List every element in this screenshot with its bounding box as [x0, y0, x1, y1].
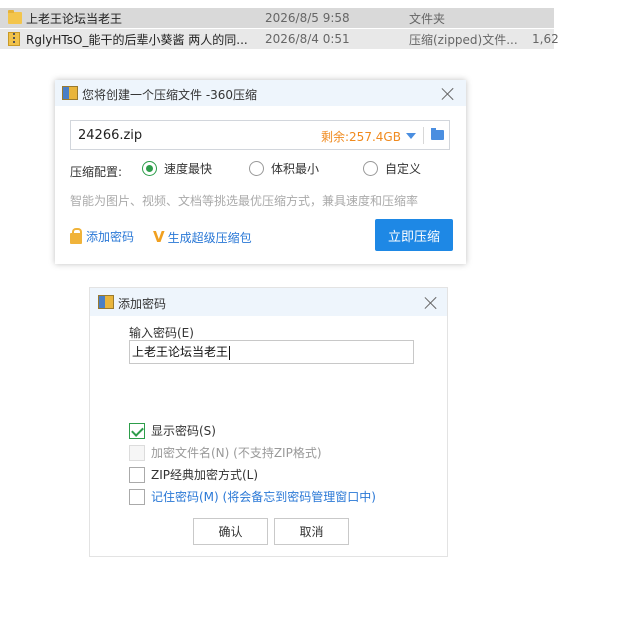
file-type: 压缩(zipped)文件...: [409, 32, 518, 47]
lock-icon: [70, 228, 82, 244]
browse-folder-icon[interactable]: [431, 128, 444, 140]
compress-dialog-title: 您将创建一个压缩文件 -360压缩: [82, 88, 258, 102]
remember-password-checkbox[interactable]: 记住密码(M) (将会备忘到密码管理窗口中): [129, 488, 376, 505]
archive-path-field[interactable]: 24266.zip 剩余:257.4GB: [70, 120, 450, 150]
show-password-checkbox[interactable]: 显示密码(S): [129, 422, 216, 439]
close-icon[interactable]: [441, 87, 455, 101]
radio-label: 体积最小: [271, 162, 320, 176]
checkbox-label: 记住密码(M) (将会备忘到密码管理窗口中): [151, 490, 376, 504]
text-caret: [229, 345, 231, 360]
radio-circle[interactable]: [142, 161, 157, 176]
add-password-link[interactable]: 添加密码: [70, 228, 134, 245]
zip-file-icon: [8, 32, 22, 46]
radio-fastest[interactable]: 速度最快: [142, 160, 212, 177]
file-type: 文件夹: [409, 11, 446, 26]
radio-custom[interactable]: 自定义: [363, 160, 421, 177]
file-row-folder[interactable]: 上老王论坛当老王 2026/8/5 9:58 文件夹: [0, 8, 554, 28]
compress-now-button[interactable]: 立即压缩: [375, 219, 453, 251]
radio-label: 自定义: [385, 162, 422, 176]
encrypt-filenames-checkbox: 加密文件名(N) (不支持ZIP格式): [129, 444, 322, 461]
file-date: 2026/8/4 0:51: [265, 32, 350, 46]
free-space-label: 剩余:257.4GB: [321, 130, 401, 144]
radio-circle[interactable]: [363, 161, 378, 176]
360zip-app-icon: [62, 86, 78, 100]
file-row-zip[interactable]: RglyHTsO_能干的后辈小葵酱 两人的同... 2026/8/4 0:51 …: [0, 29, 559, 49]
cancel-button[interactable]: 取消: [274, 518, 349, 545]
create-sfx-label: 生成超级压缩包: [167, 230, 252, 245]
radio-label: 速度最快: [164, 162, 213, 176]
password-dialog-title: 添加密码: [118, 297, 167, 311]
file-name: 上老王论坛当老王: [26, 11, 123, 26]
archive-filename[interactable]: 24266.zip: [78, 128, 142, 143]
checkbox-box[interactable]: [129, 488, 145, 505]
chevron-down-icon[interactable]: [406, 133, 416, 139]
zip-classic-encryption-checkbox[interactable]: ZIP经典加密方式(L): [129, 466, 258, 483]
password-dialog-titlebar[interactable]: 添加密码: [90, 288, 447, 316]
file-date: 2026/8/5 9:58: [265, 11, 350, 25]
compress-dialog-titlebar[interactable]: 您将创建一个压缩文件 -360压缩: [55, 80, 466, 106]
checkbox-label: ZIP经典加密方式(L): [151, 468, 259, 482]
password-input-label: 输入密码(E): [129, 326, 194, 340]
password-input[interactable]: 上老王论坛当老王: [129, 340, 414, 364]
add-password-label: 添加密码: [86, 230, 135, 244]
confirm-button[interactable]: 确认: [193, 518, 268, 545]
divider: [423, 127, 424, 144]
radio-circle[interactable]: [249, 161, 264, 176]
file-size: 1,62: [532, 32, 559, 46]
create-sfx-link[interactable]: V 生成超级压缩包: [153, 228, 252, 246]
compress-dialog: 您将创建一个压缩文件 -360压缩 24266.zip 剩余:257.4GB 压…: [55, 80, 466, 264]
checkbox-label: 加密文件名(N) (不支持ZIP格式): [151, 446, 322, 460]
checkbox-box[interactable]: [129, 422, 145, 439]
vip-v-icon: V: [153, 228, 165, 246]
checkbox-box[interactable]: [129, 466, 145, 483]
close-icon[interactable]: [424, 296, 438, 310]
file-name: RglyHTsO_能干的后辈小葵酱 两人的同...: [26, 32, 248, 47]
password-dialog: 添加密码 输入密码(E) 上老王论坛当老王 显示密码(S) 加密文件名(N) (…: [89, 287, 448, 557]
folder-icon: [8, 10, 22, 25]
compress-hint: 智能为图片、视频、文档等挑选最优压缩方式，兼具速度和压缩率: [70, 194, 419, 208]
password-value: 上老王论坛当老王: [132, 345, 229, 359]
checkbox-label: 显示密码(S): [151, 424, 216, 438]
radio-smallest[interactable]: 体积最小: [249, 160, 319, 177]
config-label: 压缩配置:: [70, 165, 123, 179]
360zip-app-icon: [98, 295, 114, 309]
checkbox-box: [129, 444, 145, 461]
